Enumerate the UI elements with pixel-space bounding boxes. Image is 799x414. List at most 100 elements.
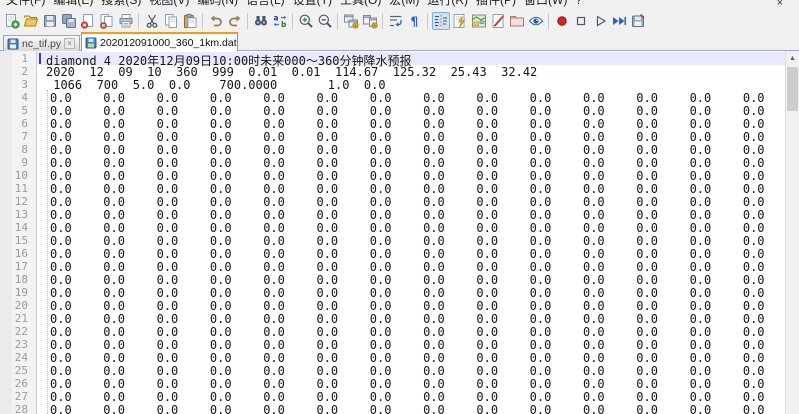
menu-item-o[interactable]: 工具(O) [336,0,385,9]
editor-line-16[interactable]: 0.00.00.00.00.00.00.00.00.00.00.00.00.00… [37,247,785,260]
menu-item-f[interactable]: 文件(F) [2,0,49,9]
menu-item-t[interactable]: 设置(T) [289,0,336,9]
editor-line-17[interactable]: 0.00.00.00.00.00.00.00.00.00.00.00.00.00… [37,260,785,273]
editor-line-1[interactable]: diamond 4 2020年12月09日10:00时未来000～360分钟降水… [37,52,785,65]
editor-line-5[interactable]: 0.00.00.00.00.00.00.00.00.00.00.00.00.00… [37,104,785,117]
data-cell: 0.0 [103,299,156,313]
copy-button[interactable] [162,12,180,30]
open-file-button[interactable] [22,12,40,30]
close-window-icon[interactable]: × [777,0,783,9]
editor-line-3[interactable]: 1066 700 5.0 0.0 700.0000 1.0 0.0 [37,78,785,91]
scroll-up-arrow[interactable]: ▲ [786,51,799,66]
data-cell: 0.0 [583,299,636,313]
editor-line-13[interactable]: 0.00.00.00.00.00.00.00.00.00.00.00.00.00… [37,208,785,221]
menu-items: 文件(F)编辑(E)搜索(S)视图(V)编码(N)语言(L)设置(T)工具(O)… [2,0,586,9]
function-list-button[interactable] [451,12,469,30]
line-number-15: 15 [0,234,36,247]
editor-line-12[interactable]: 0.00.00.00.00.00.00.00.00.00.00.00.00.00… [37,195,785,208]
data-cell: 0.0 [210,195,263,209]
data-cell: 0.0 [530,169,583,183]
cut-button[interactable] [143,12,161,30]
menu-item-p[interactable]: 插件(P) [472,0,520,9]
replace-button[interactable]: ab [271,12,289,30]
macro-save-button[interactable] [629,12,647,30]
vertical-scrollbar[interactable]: ▲ [785,51,799,414]
menu-item-help[interactable]: ? [571,0,586,9]
tab-nc-tif-py[interactable]: nc_tif.py × [3,35,80,51]
editor-line-11[interactable]: 0.00.00.00.00.00.00.00.00.00.00.00.00.00… [37,182,785,195]
close-tab-icon[interactable]: × [64,38,75,49]
data-cell: 0.0 [530,273,583,287]
editor-line-15[interactable]: 0.00.00.00.00.00.00.00.00.00.00.00.00.00… [37,234,785,247]
macro-run-multiple-button[interactable] [610,12,628,30]
macro-stop-button[interactable] [572,12,590,30]
menu-item-n[interactable]: 编码(N) [193,0,242,9]
macro-play-icon [592,13,608,29]
editor-line-20[interactable]: 0.00.00.00.00.00.00.00.00.00.00.00.00.00… [37,299,785,312]
monitoring-button[interactable] [527,12,545,30]
close-button[interactable] [79,12,97,30]
indent-guide-button[interactable] [432,12,450,30]
editor[interactable]: 1234567891011121314151617181920212223242… [0,51,799,414]
undo-button[interactable] [207,12,225,30]
sync-scroll-vertical-button[interactable] [342,12,360,30]
show-all-characters-button[interactable]: ¶ [406,12,424,30]
folder-as-workspace-button[interactable] [508,12,526,30]
editor-line-10[interactable]: 0.00.00.00.00.00.00.00.00.00.00.00.00.00… [37,169,785,182]
editor-line-26[interactable]: 0.00.00.00.00.00.00.00.00.00.00.00.00.00… [37,377,785,390]
scrollbar-thumb[interactable] [787,67,798,111]
find-button[interactable] [252,12,270,30]
editor-line-28[interactable]: 0.00.00.00.00.00.00.00.00.00.00.00.00.00… [37,403,785,414]
menu-item-s[interactable]: 搜索(S) [97,0,145,9]
zoom-out-button[interactable] [316,12,334,30]
close-all-button[interactable] [98,12,116,30]
line-number-9: 9 [0,156,36,169]
document-map-button[interactable] [470,12,488,30]
print-button[interactable] [117,12,135,30]
editor-line-4[interactable]: 0.00.00.00.00.00.00.00.00.00.00.00.00.00… [37,91,785,104]
editor-line-6[interactable]: 0.00.00.00.00.00.00.00.00.00.00.00.00.00… [37,117,785,130]
tab-dat-file[interactable]: 202012091000_360_1km.dat × [81,32,238,51]
menu-item-r[interactable]: 运行(R) [423,0,472,9]
data-cell: 0.0 [316,195,369,209]
editor-line-8[interactable]: 0.00.00.00.00.00.00.00.00.00.00.00.00.00… [37,143,785,156]
editor-line-25[interactable]: 0.00.00.00.00.00.00.00.00.00.00.00.00.00… [37,364,785,377]
editor-line-18[interactable]: 0.00.00.00.00.00.00.00.00.00.00.00.00.00… [37,273,785,286]
editor-line-27[interactable]: 0.00.00.00.00.00.00.00.00.00.00.00.00.00… [37,390,785,403]
line-number-margin[interactable]: 1234567891011121314151617181920212223242… [0,51,37,414]
zoom-in-button[interactable] [297,12,315,30]
edit-marker-button[interactable] [489,12,507,30]
data-cell: 0.0 [210,260,263,274]
new-file-button[interactable] [3,12,21,30]
menu-item-e[interactable]: 编辑(E) [49,0,97,9]
menu-item-w[interactable]: 窗口(W) [520,0,571,9]
menu-item-m[interactable]: 宏(M) [385,0,423,9]
save-all-button[interactable] [60,12,78,30]
data-cell: 0.0 [50,286,103,300]
editor-line-23[interactable]: 0.00.00.00.00.00.00.00.00.00.00.00.00.00… [37,338,785,351]
sync-scroll-horizontal-button[interactable] [361,12,379,30]
editor-line-22[interactable]: 0.00.00.00.00.00.00.00.00.00.00.00.00.00… [37,325,785,338]
macro-play-button[interactable] [591,12,609,30]
redo-button[interactable] [226,12,244,30]
data-cell: 0.0 [210,312,263,326]
data-cell: 0.0 [690,351,743,365]
menu-item-v[interactable]: 视图(V) [145,0,193,9]
data-cell: 0.0 [476,182,529,196]
editor-line-19[interactable]: 0.00.00.00.00.00.00.00.00.00.00.00.00.00… [37,286,785,299]
data-cell: 0.0 [157,247,210,261]
word-wrap-icon [388,13,404,29]
paste-button[interactable] [181,12,199,30]
editor-line-9[interactable]: 0.00.00.00.00.00.00.00.00.00.00.00.00.00… [37,156,785,169]
line-number-6: 6 [0,117,36,130]
data-cell: 0.0 [370,104,423,118]
editor-line-7[interactable]: 0.00.00.00.00.00.00.00.00.00.00.00.00.00… [37,130,785,143]
editor-line-21[interactable]: 0.00.00.00.00.00.00.00.00.00.00.00.00.00… [37,312,785,325]
save-button[interactable] [41,12,59,30]
menu-item-l[interactable]: 语言(L) [242,0,289,9]
text-area[interactable]: diamond 4 2020年12月09日10:00时未来000～360分钟降水… [37,52,785,414]
word-wrap-button[interactable] [387,12,405,30]
macro-record-button[interactable] [553,12,571,30]
editor-line-24[interactable]: 0.00.00.00.00.00.00.00.00.00.00.00.00.00… [37,351,785,364]
editor-line-14[interactable]: 0.00.00.00.00.00.00.00.00.00.00.00.00.00… [37,221,785,234]
